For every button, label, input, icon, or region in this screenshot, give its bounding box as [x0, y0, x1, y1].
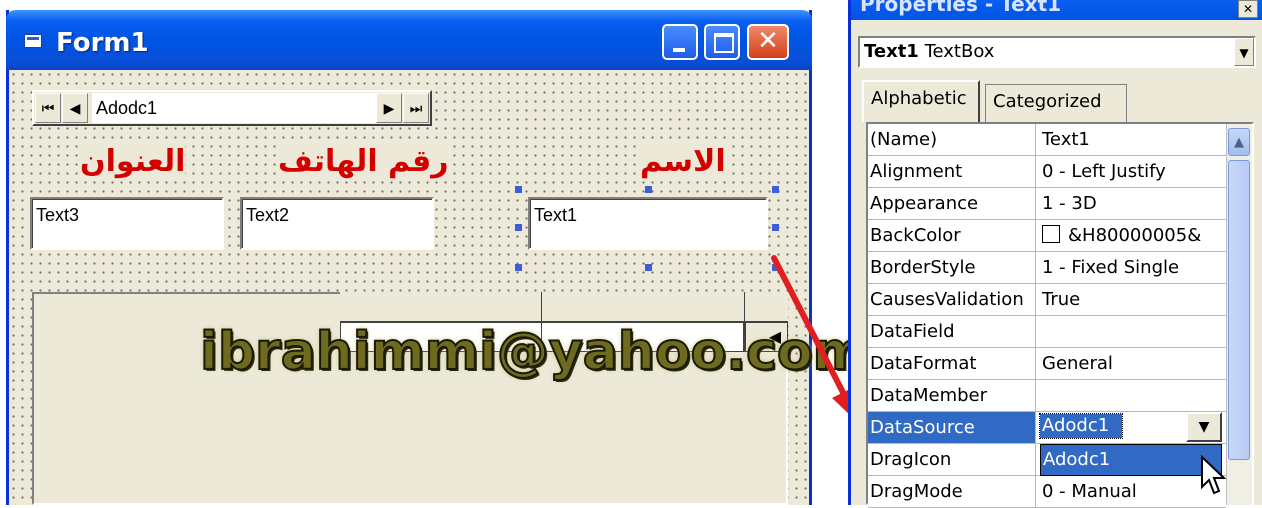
resize-handle[interactable]	[515, 224, 522, 231]
tab-categorized[interactable]: Categorized	[985, 84, 1127, 122]
last-record-button[interactable]: ⏭	[403, 93, 429, 123]
resize-handle[interactable]	[515, 186, 522, 193]
property-row-datafield[interactable]: DataField	[868, 316, 1226, 348]
property-row-causesvalidation[interactable]: CausesValidation True	[868, 284, 1226, 316]
minimize-button[interactable]	[662, 24, 698, 60]
close-icon: ✕	[757, 26, 779, 56]
properties-title: Properties - Text1	[860, 0, 1062, 16]
properties-close-button[interactable]: ✕	[1238, 0, 1258, 18]
object-name: Text1	[864, 41, 919, 62]
object-type: TextBox	[924, 41, 995, 62]
scroll-up-button[interactable]: ▲	[1228, 128, 1250, 156]
resize-handle[interactable]	[772, 186, 779, 193]
maximize-button[interactable]	[704, 24, 740, 60]
object-selector[interactable]: Text1 TextBox	[858, 36, 1256, 68]
close-button[interactable]: ✕	[747, 24, 789, 60]
property-row-datamember[interactable]: DataMember	[868, 380, 1226, 412]
adodc-caption: Adodc1	[92, 93, 384, 123]
first-record-button[interactable]: ⏮	[35, 93, 61, 123]
property-row-appearance[interactable]: Appearance 1 - 3D	[868, 188, 1226, 220]
property-row-backcolor[interactable]: BackColor &H80000005&	[868, 220, 1226, 252]
tab-alphabetic[interactable]: Alphabetic	[862, 80, 980, 122]
label-name[interactable]: الاسم	[640, 144, 726, 179]
text2-textbox[interactable]: Text2	[240, 197, 434, 250]
label-phone[interactable]: رقم الهاتف	[278, 144, 449, 179]
resize-handle[interactable]	[645, 264, 652, 271]
resize-handle[interactable]	[645, 186, 652, 193]
form-icon[interactable]	[24, 34, 42, 48]
resize-handle[interactable]	[515, 264, 522, 271]
property-row-dragmode[interactable]: DragMode 0 - Manual	[868, 476, 1226, 508]
label-address[interactable]: العنوان	[80, 144, 186, 179]
text1-textbox[interactable]: Text1	[528, 197, 768, 250]
property-row-alignment[interactable]: Alignment 0 - Left Justify	[868, 156, 1226, 188]
color-swatch	[1042, 225, 1060, 243]
mouse-cursor-icon	[1201, 455, 1227, 495]
form-title: Form1	[56, 28, 149, 58]
grid-header-row	[340, 292, 788, 322]
chevron-down-icon[interactable]: ▼	[1234, 38, 1254, 66]
datasource-value[interactable]: Adodc1	[1039, 413, 1123, 439]
scroll-thumb[interactable]	[1228, 160, 1250, 460]
adodc-control[interactable]: ⏮ ◀ Adodc1 ▶ ⏭	[32, 90, 432, 126]
resize-handle[interactable]	[772, 224, 779, 231]
text3-textbox[interactable]: Text3	[30, 197, 224, 250]
property-row-dataformat[interactable]: DataFormat General	[868, 348, 1226, 380]
datasource-option[interactable]: Adodc1	[1041, 445, 1221, 475]
property-row-name[interactable]: (Name) Text1	[868, 124, 1226, 156]
next-record-button[interactable]: ▶	[376, 93, 402, 123]
property-row-borderstyle[interactable]: BorderStyle 1 - Fixed Single	[868, 252, 1226, 284]
dropdown-button[interactable]: ▼	[1186, 412, 1222, 442]
prev-record-button[interactable]: ◀	[62, 93, 88, 123]
